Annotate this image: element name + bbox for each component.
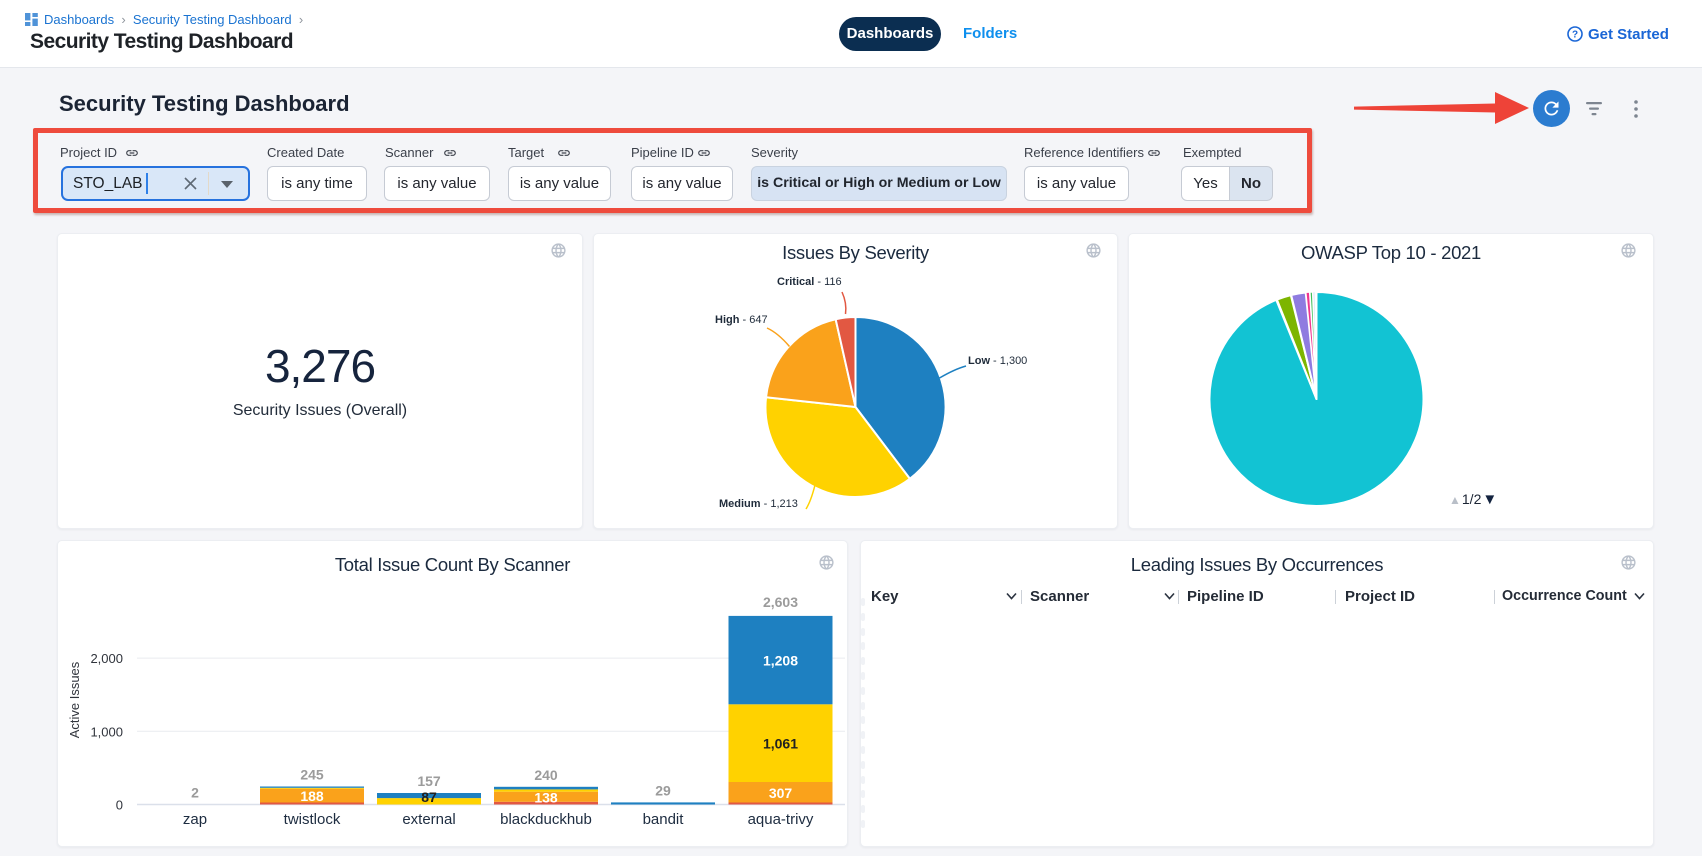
svg-text:external: external <box>402 811 455 828</box>
svg-text:157: 157 <box>417 773 441 789</box>
svg-text:twistlock: twistlock <box>284 811 341 828</box>
svg-text:2,603: 2,603 <box>763 594 798 610</box>
svg-text:138: 138 <box>534 789 558 805</box>
svg-text:29: 29 <box>655 782 671 798</box>
svg-text:blackduckhub: blackduckhub <box>500 811 592 828</box>
svg-text:307: 307 <box>769 785 793 801</box>
svg-text:240: 240 <box>534 767 558 783</box>
svg-text:?: ? <box>1572 30 1578 41</box>
svg-text:188: 188 <box>300 788 324 804</box>
svg-text:1,208: 1,208 <box>763 653 798 669</box>
svg-text:zap: zap <box>183 811 207 828</box>
svg-text:87: 87 <box>421 789 437 805</box>
svg-text:aqua-trivy: aqua-trivy <box>748 811 814 828</box>
svg-text:2,000: 2,000 <box>90 651 123 666</box>
svg-text:bandit: bandit <box>643 811 685 828</box>
svg-text:1,061: 1,061 <box>763 736 798 752</box>
svg-text:Active Issues: Active Issues <box>67 661 82 738</box>
svg-text:0: 0 <box>116 798 123 813</box>
svg-text:2: 2 <box>191 784 199 800</box>
svg-text:1,000: 1,000 <box>90 724 123 739</box>
svg-text:245: 245 <box>300 767 324 783</box>
